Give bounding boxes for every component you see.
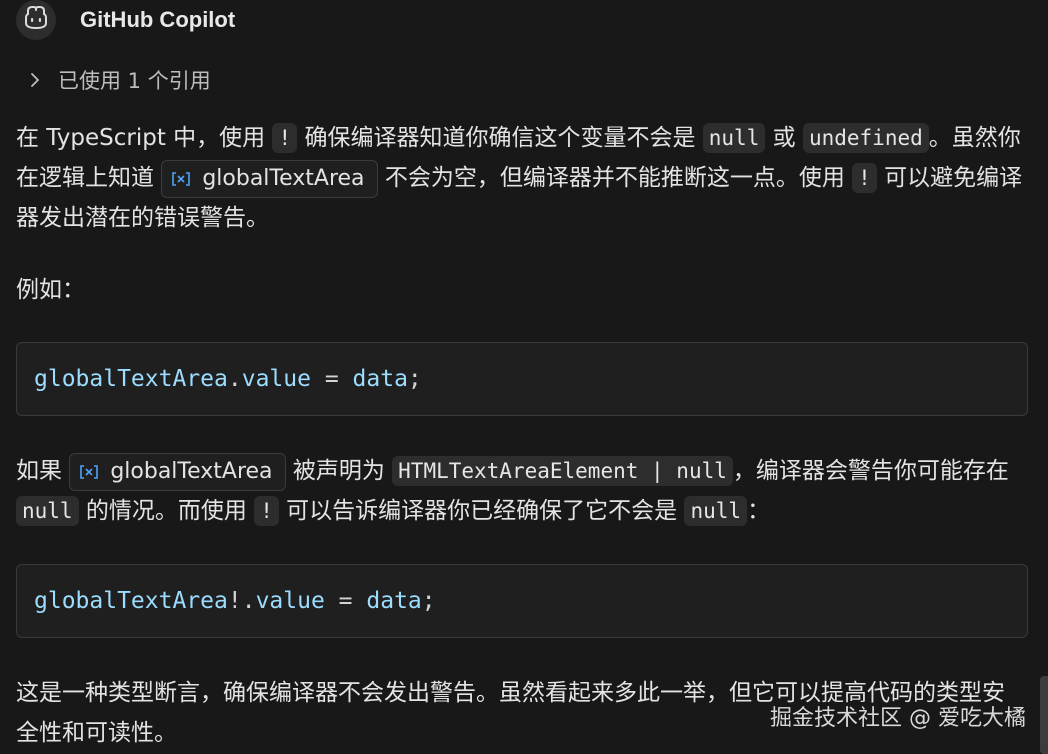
inline-code: ! bbox=[254, 496, 279, 526]
inline-code: null bbox=[684, 496, 748, 526]
inline-code: ! bbox=[852, 163, 877, 193]
paragraph-example-label: 例如： bbox=[16, 277, 85, 303]
symbol-reference[interactable]: globalTextArea bbox=[69, 452, 286, 491]
paragraph-nullable-explanation: 如果 globalTextArea 被声明为 HTMLTextAreaEleme… bbox=[16, 451, 1026, 531]
scrollbar[interactable] bbox=[1040, 676, 1048, 754]
symbol-variable-icon bbox=[172, 171, 191, 186]
code-token: data bbox=[352, 366, 408, 392]
code-token: value bbox=[241, 366, 311, 392]
inline-code: ! bbox=[272, 123, 298, 153]
code-token: globalTextArea bbox=[34, 366, 228, 392]
code-token: = bbox=[324, 588, 367, 614]
text-span: 如果 bbox=[16, 458, 70, 484]
code-token: ; bbox=[421, 588, 436, 614]
chevron-right-icon bbox=[30, 72, 46, 88]
inline-code: null bbox=[16, 496, 79, 526]
symbol-reference-label: globalTextArea bbox=[110, 458, 273, 484]
inline-code: undefined bbox=[802, 123, 929, 153]
code-token: data bbox=[366, 588, 422, 614]
code-token: ; bbox=[407, 366, 422, 392]
paragraph-explanation: 在 TypeScript 中，使用 ! 确保编译器知道你确信这个变量不会是 nu… bbox=[16, 118, 1026, 238]
symbol-reference[interactable]: globalTextArea bbox=[161, 159, 378, 198]
code-token: globalTextArea bbox=[34, 588, 228, 614]
copilot-avatar bbox=[16, 0, 56, 40]
code-token: = bbox=[310, 366, 353, 392]
symbol-variable-icon bbox=[80, 464, 99, 479]
copilot-icon bbox=[23, 6, 49, 34]
text-span: ： bbox=[747, 498, 771, 524]
text-span: 不会为空，但编译器并不能推断这一点。使用 bbox=[377, 165, 853, 191]
references-toggle[interactable]: 已使用 1 个引用 bbox=[30, 62, 211, 98]
text-span: 被声明为 bbox=[285, 458, 393, 484]
symbol-reference-label: globalTextArea bbox=[202, 165, 365, 191]
text-span: ，编译器会警告你可能存在 bbox=[732, 458, 1009, 484]
text-span: 的情况。而使用 bbox=[78, 498, 255, 524]
text-span: 在 TypeScript 中，使用 bbox=[16, 125, 273, 151]
code-token: !. bbox=[227, 588, 256, 614]
code-token: value bbox=[255, 588, 325, 614]
code-block[interactable]: globalTextArea!. value = data; bbox=[16, 564, 1028, 638]
author-name: GitHub Copilot bbox=[80, 7, 236, 32]
watermark: 掘金技术社区 @ 爱吃大橘 bbox=[770, 706, 1026, 731]
inline-code: HTMLTextAreaElement | null bbox=[392, 456, 733, 486]
text-span: 确保编译器知道你确信这个变量不会是 bbox=[297, 125, 703, 151]
code-block[interactable]: globalTextArea. value = data; bbox=[16, 342, 1028, 416]
code-token: . bbox=[227, 366, 242, 392]
inline-code: null bbox=[702, 123, 766, 153]
message-header: GitHub Copilot bbox=[16, 0, 235, 40]
references-label: 已使用 1 个引用 bbox=[58, 69, 211, 93]
text-span: 可以告诉编译器你已经确保了它不会是 bbox=[278, 498, 685, 524]
text-span: 或 bbox=[765, 125, 803, 151]
